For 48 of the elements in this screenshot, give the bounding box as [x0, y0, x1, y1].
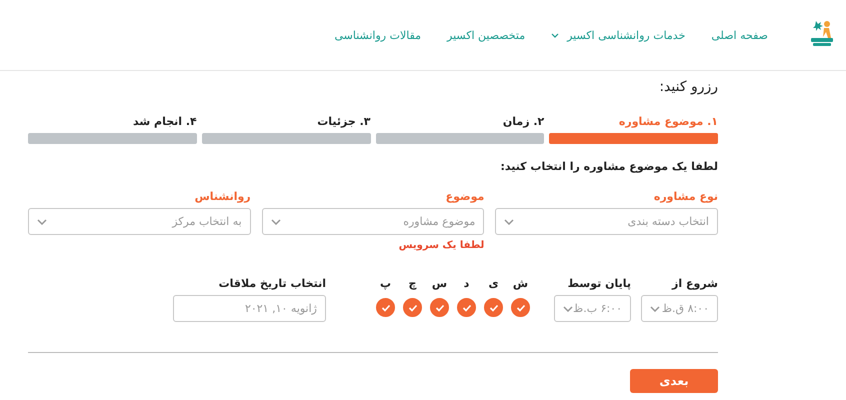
- step-label[interactable]: ۲. زمان: [376, 115, 544, 131]
- field-label: پایان توسط: [566, 277, 631, 292]
- next-button[interactable]: بعدی: [630, 369, 718, 393]
- chevron-icon[interactable]: [270, 218, 281, 224]
- day-label: پ: [380, 277, 392, 292]
- day-checkbox[interactable]: [403, 298, 422, 317]
- caret-icon[interactable]: [551, 32, 560, 38]
- field-label: موضوع: [444, 190, 484, 205]
- nav-link[interactable]: متخصصین اکسیر: [447, 28, 526, 42]
- day-checkbox[interactable]: [511, 298, 530, 317]
- nav-link[interactable]: خدمات روانشناسی اکسیر: [551, 28, 686, 42]
- chevron-icon[interactable]: [650, 306, 660, 312]
- day-checkbox[interactable]: [457, 298, 476, 317]
- step-label[interactable]: ۱. موضوع مشاوره: [549, 115, 718, 131]
- field-label: شروع از: [670, 277, 718, 292]
- date-field[interactable]: ژانویه ۱۰, ۲۰۲۱: [173, 295, 326, 322]
- nav-link[interactable]: مقالات روانشناسی: [334, 28, 422, 42]
- check-icon: [488, 304, 498, 312]
- day-label: د: [464, 277, 470, 292]
- nav-link[interactable]: صفحه اصلی: [711, 28, 768, 42]
- chevron-icon[interactable]: [36, 218, 47, 224]
- check-icon: [434, 304, 444, 312]
- step-label[interactable]: ۴. انجام شد: [28, 115, 197, 131]
- day-label: س: [432, 277, 448, 292]
- chevron-icon[interactable]: [563, 306, 573, 312]
- field-label: روانشناس: [194, 190, 251, 205]
- check-icon: [380, 304, 390, 312]
- time-select[interactable]: ۶:۰۰ ب.ظ: [554, 295, 631, 322]
- day-label: چ: [408, 277, 416, 292]
- field-label: نوع مشاوره: [652, 190, 718, 205]
- day-checkbox[interactable]: [430, 298, 449, 317]
- day-checkbox[interactable]: [484, 298, 503, 317]
- time-select[interactable]: ۸:۰۰ ق.ظ: [641, 295, 718, 322]
- page-title: رزرو کنید:: [658, 79, 718, 97]
- select-field[interactable]: به انتخاب مرکز: [28, 208, 251, 235]
- field-label: انتخاب تاریخ ملاقات: [218, 277, 326, 292]
- select-field[interactable]: انتخاب دسته بندی: [495, 208, 718, 235]
- step-label[interactable]: ۳. جزئیات: [202, 115, 370, 131]
- day-label: ش: [512, 277, 528, 292]
- check-icon: [462, 304, 472, 312]
- check-icon: [516, 304, 526, 312]
- check-icon: [408, 304, 418, 312]
- chevron-icon[interactable]: [504, 218, 514, 224]
- day-checkbox[interactable]: [376, 298, 395, 317]
- day-label: ی: [488, 277, 499, 292]
- instruction-text: لطفا یک موضوع مشاوره را انتخاب کنید:: [499, 160, 718, 175]
- error-text: لطفا یک سرویس: [398, 240, 484, 251]
- select-field[interactable]: موضوع مشاوره: [262, 208, 484, 235]
